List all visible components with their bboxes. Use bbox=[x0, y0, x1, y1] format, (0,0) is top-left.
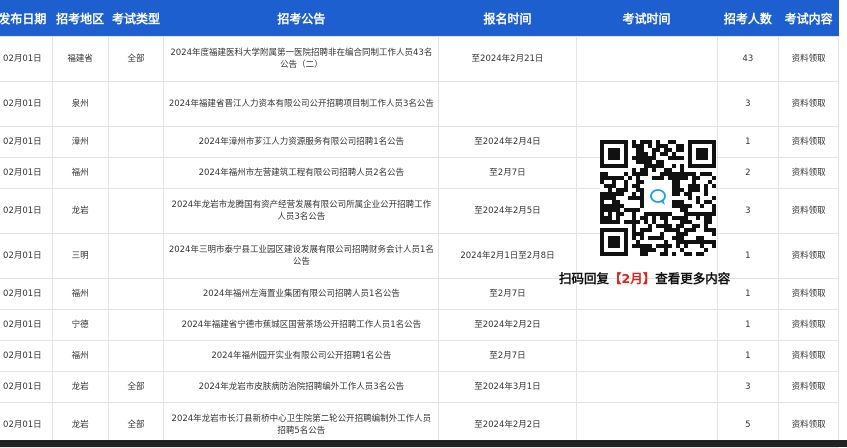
cell-signup: 至2024年2月5日 bbox=[438, 188, 577, 234]
cell-content[interactable]: 资料领取 bbox=[778, 340, 839, 372]
cell-title[interactable]: 2024年三明市泰宁县工业园区建设发展有限公司招聘财务会计人员1名公告 bbox=[163, 233, 440, 279]
cell-region: 福建省 bbox=[51, 36, 109, 82]
qr-caption-prefix: 扫码回复 bbox=[559, 271, 610, 286]
cell-type bbox=[107, 157, 165, 189]
table-row[interactable]: 02月01日 福建省 全部 2024年度福建医科大学附属第一医院招聘非在编合同制工作人… bbox=[0, 36, 839, 82]
cell-signup: 至2024年2月4日 bbox=[438, 126, 577, 158]
col-content[interactable]: 考试内容 bbox=[778, 0, 839, 37]
col-title[interactable]: 招考公告 bbox=[163, 0, 439, 37]
cell-type bbox=[107, 188, 165, 234]
cell-content[interactable]: 资料领取 bbox=[778, 371, 839, 403]
cell-title[interactable]: 2024年度福建医科大学附属第一医院招聘非在编合同制工作人员43名公告（二） bbox=[163, 36, 440, 82]
cell-type bbox=[107, 309, 165, 341]
table-row[interactable]: 02月01日 宁德 2024年福建省宁德市蕉城区国营茶场公开招聘工作人员1名公告 至2… bbox=[0, 309, 839, 341]
cell-content[interactable]: 资料领取 bbox=[778, 233, 839, 279]
cell-exam bbox=[575, 309, 718, 341]
cell-type bbox=[107, 278, 165, 310]
cell-signup bbox=[438, 81, 577, 127]
cell-title[interactable]: 2024年龙岩市皮肤病防治院招聘编外工作人员3名公告 bbox=[163, 371, 440, 403]
table-row[interactable]: 02月01日 福州 2024年福州园开实业有限公司公开招聘1名公告 至2月7日 1 资料领… bbox=[0, 340, 839, 372]
cell-count: 1 bbox=[716, 309, 780, 341]
col-signup[interactable]: 报名时间 bbox=[438, 0, 577, 37]
qr-code[interactable] bbox=[600, 140, 716, 256]
cell-region: 泉州 bbox=[51, 81, 109, 127]
cell-title[interactable]: 2024年福州市左营建筑工程有限公司招聘人员2名公告 bbox=[163, 157, 440, 189]
cell-content[interactable]: 资料领取 bbox=[778, 278, 839, 310]
cell-region: 福州 bbox=[51, 278, 109, 310]
cell-count: 1 bbox=[716, 126, 780, 158]
cell-count: 3 bbox=[716, 371, 780, 403]
table-row[interactable]: 02月01日 龙岩 全部 2024年龙岩市皮肤病防治院招聘编外工作人员3名公告 至202… bbox=[0, 371, 839, 403]
cell-signup: 至2月7日 bbox=[438, 157, 577, 189]
cell-date: 02月01日 bbox=[0, 309, 53, 341]
bottom-bar bbox=[0, 440, 847, 447]
cell-type bbox=[107, 340, 165, 372]
cell-count: 2 bbox=[716, 157, 780, 189]
cell-date: 02月01日 bbox=[0, 278, 53, 310]
cell-title[interactable]: 2024年福建省晋江人力资本有限公司公开招聘项目制工作人员3名公告 bbox=[163, 81, 440, 127]
cell-title[interactable]: 2024年福建省宁德市蕉城区国营茶场公开招聘工作人员1名公告 bbox=[163, 309, 440, 341]
cell-date: 02月01日 bbox=[0, 36, 53, 82]
cell-type bbox=[107, 126, 165, 158]
cell-date: 02月01日 bbox=[0, 81, 53, 127]
col-count[interactable]: 招考人数 bbox=[717, 0, 779, 37]
cell-content[interactable]: 资料领取 bbox=[778, 188, 839, 234]
cell-region: 宁德 bbox=[51, 309, 109, 341]
cell-region: 漳州 bbox=[51, 126, 109, 158]
cell-title[interactable]: 2024年漳州市芗江人力资源服务有限公司招聘1名公告 bbox=[163, 126, 440, 158]
qr-caption-highlight: 【2月】 bbox=[609, 271, 656, 286]
cell-content[interactable]: 资料领取 bbox=[778, 309, 839, 341]
cell-signup: 至2月7日 bbox=[438, 340, 577, 372]
cell-region: 龙岩 bbox=[51, 188, 109, 234]
cell-region: 福州 bbox=[51, 157, 109, 189]
cell-signup: 至2024年3月1日 bbox=[438, 371, 577, 403]
cell-date: 02月01日 bbox=[0, 233, 53, 279]
cell-exam bbox=[575, 371, 718, 403]
cell-region: 福州 bbox=[51, 340, 109, 372]
cell-region: 三明 bbox=[51, 233, 109, 279]
cell-content[interactable]: 资料领取 bbox=[778, 36, 839, 82]
col-exam[interactable]: 考试时间 bbox=[576, 0, 717, 37]
cell-count: 43 bbox=[716, 36, 780, 82]
cell-type: 全部 bbox=[107, 371, 165, 403]
cell-content[interactable]: 资料领取 bbox=[778, 157, 839, 189]
cell-count: 3 bbox=[716, 81, 780, 127]
cell-type: 全部 bbox=[107, 36, 165, 82]
cell-signup: 至2024年2月2日 bbox=[438, 309, 577, 341]
cell-region: 龙岩 bbox=[51, 371, 109, 403]
cell-date: 02月01日 bbox=[0, 126, 53, 158]
cell-signup: 至2月7日 bbox=[438, 278, 577, 310]
cell-title[interactable]: 2024年龙岩市龙腾国有资产经营发展有限公司所属企业公开招聘工作人员3名公告 bbox=[163, 188, 440, 234]
chat-bubble-icon bbox=[650, 189, 666, 205]
qr-code-image bbox=[600, 140, 716, 256]
qr-caption: 扫码回复【2月】查看更多内容 bbox=[559, 268, 730, 287]
cell-exam bbox=[575, 340, 718, 372]
cell-signup: 2024年2月1日至2月8日 bbox=[438, 233, 577, 279]
qr-caption-suffix: 查看更多内容 bbox=[655, 271, 731, 286]
cell-title[interactable]: 2024年福州左海置业集团有限公司招聘人员1名公告 bbox=[163, 278, 440, 310]
col-region[interactable]: 招考地区 bbox=[52, 0, 109, 37]
col-type[interactable]: 考试类型 bbox=[108, 0, 164, 37]
cell-title[interactable]: 2024年福州园开实业有限公司公开招聘1名公告 bbox=[163, 340, 440, 372]
cell-type bbox=[107, 81, 165, 127]
cell-date: 02月01日 bbox=[0, 371, 53, 403]
cell-type bbox=[107, 233, 165, 279]
cell-date: 02月01日 bbox=[0, 340, 53, 372]
cell-content[interactable]: 资料领取 bbox=[778, 81, 839, 127]
cell-count: 1 bbox=[716, 340, 780, 372]
cell-count: 3 bbox=[716, 188, 780, 234]
cell-date: 02月01日 bbox=[0, 157, 53, 189]
col-date[interactable]: 发布日期 bbox=[0, 0, 53, 37]
cell-signup: 至2024年2月21日 bbox=[438, 36, 577, 82]
cell-content[interactable]: 资料领取 bbox=[778, 126, 839, 158]
cell-exam bbox=[575, 36, 718, 82]
table-row[interactable]: 02月01日 泉州 2024年福建省晋江人力资本有限公司公开招聘项目制工作人员3名公… bbox=[0, 81, 839, 127]
header-row: 发布日期 招考地区 考试类型 招考公告 报名时间 考试时间 招考人数 考试内容 bbox=[0, 0, 839, 37]
cell-date: 02月01日 bbox=[0, 188, 53, 234]
cell-exam bbox=[575, 81, 718, 127]
